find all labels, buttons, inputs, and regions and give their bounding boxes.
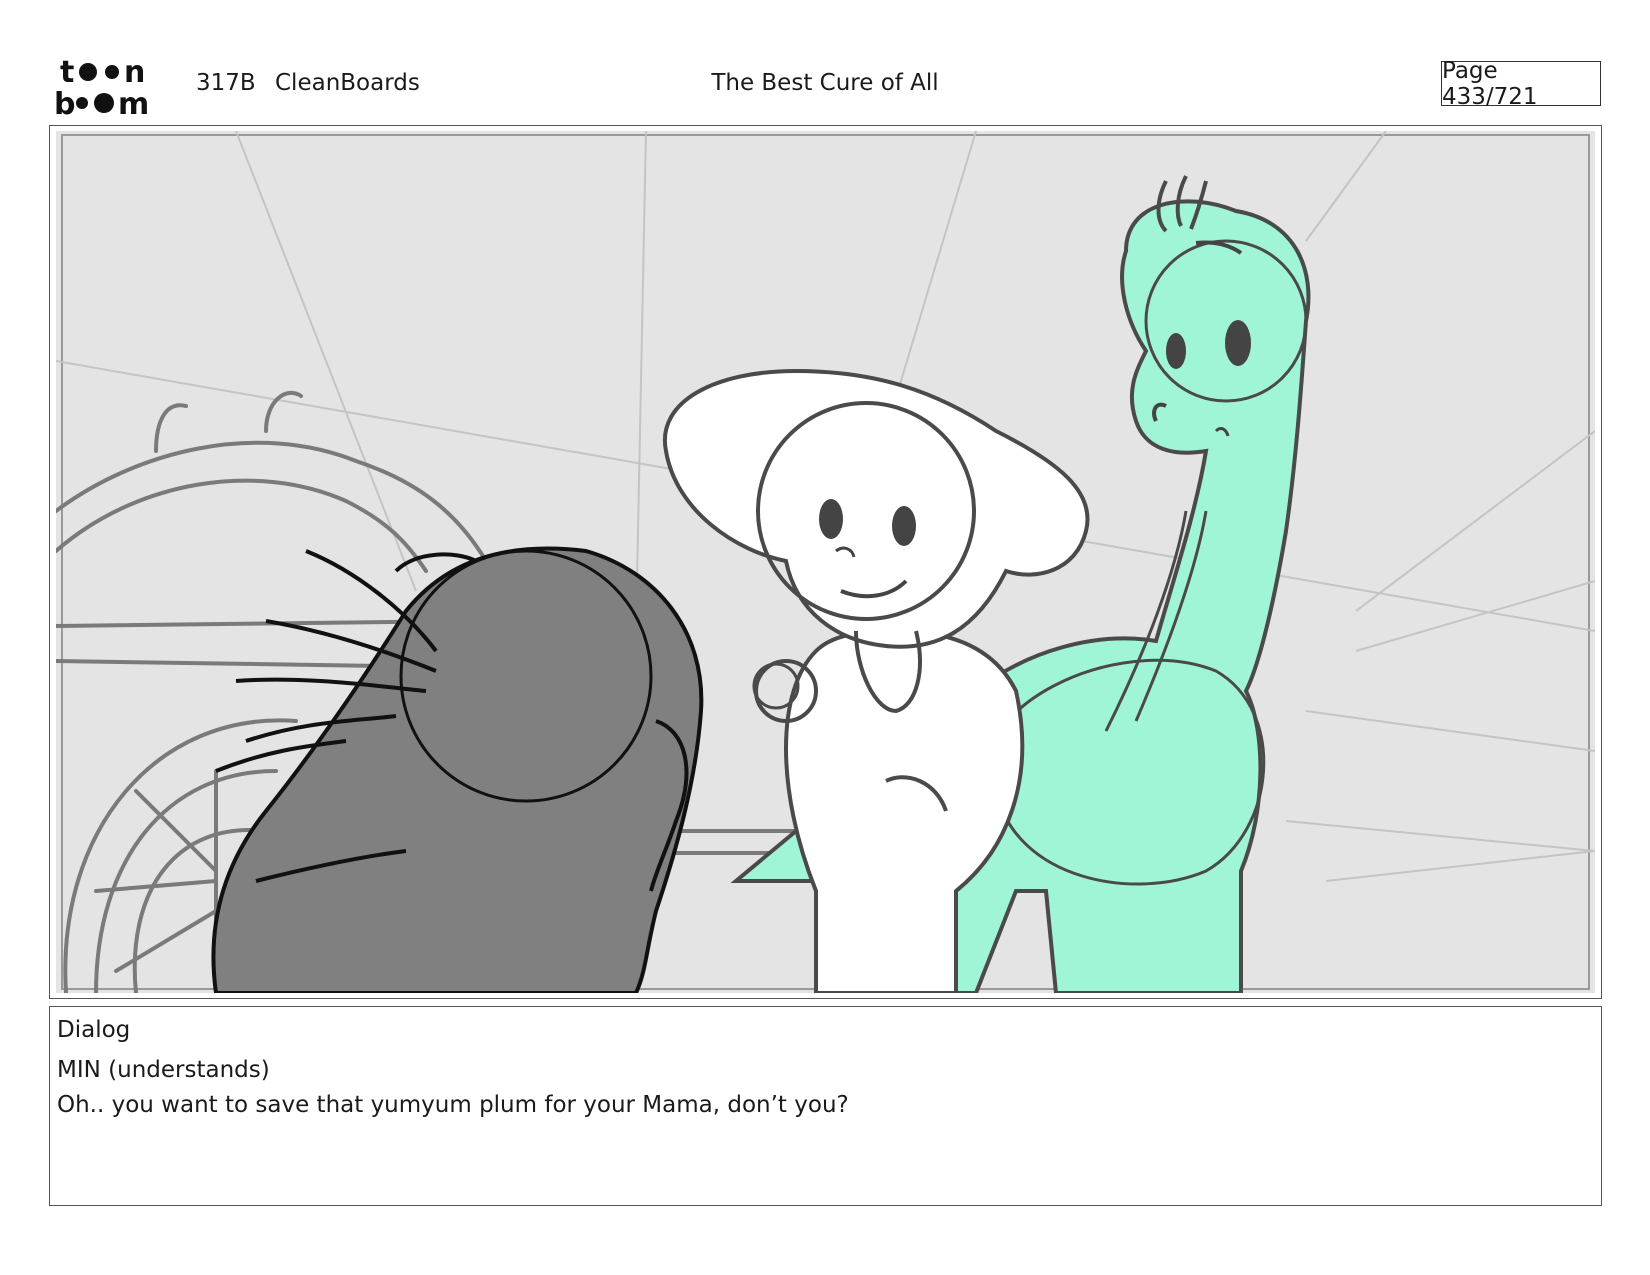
dialog-heading: Dialog xyxy=(57,1017,131,1043)
dialog-line: Oh.. you want to save that yumyum plum f… xyxy=(57,1092,849,1118)
page-counter: Page 433/721 xyxy=(1441,58,1601,110)
storyboard-panel xyxy=(56,131,1595,993)
episode-title: The Best Cure of All xyxy=(711,70,939,96)
page-counter-text: Page 433/721 xyxy=(1442,57,1538,110)
dialog-box: Dialog MIN (understands) Oh.. you want t… xyxy=(49,1006,1602,1206)
dialog-speaker: MIN (understands) xyxy=(57,1057,270,1083)
